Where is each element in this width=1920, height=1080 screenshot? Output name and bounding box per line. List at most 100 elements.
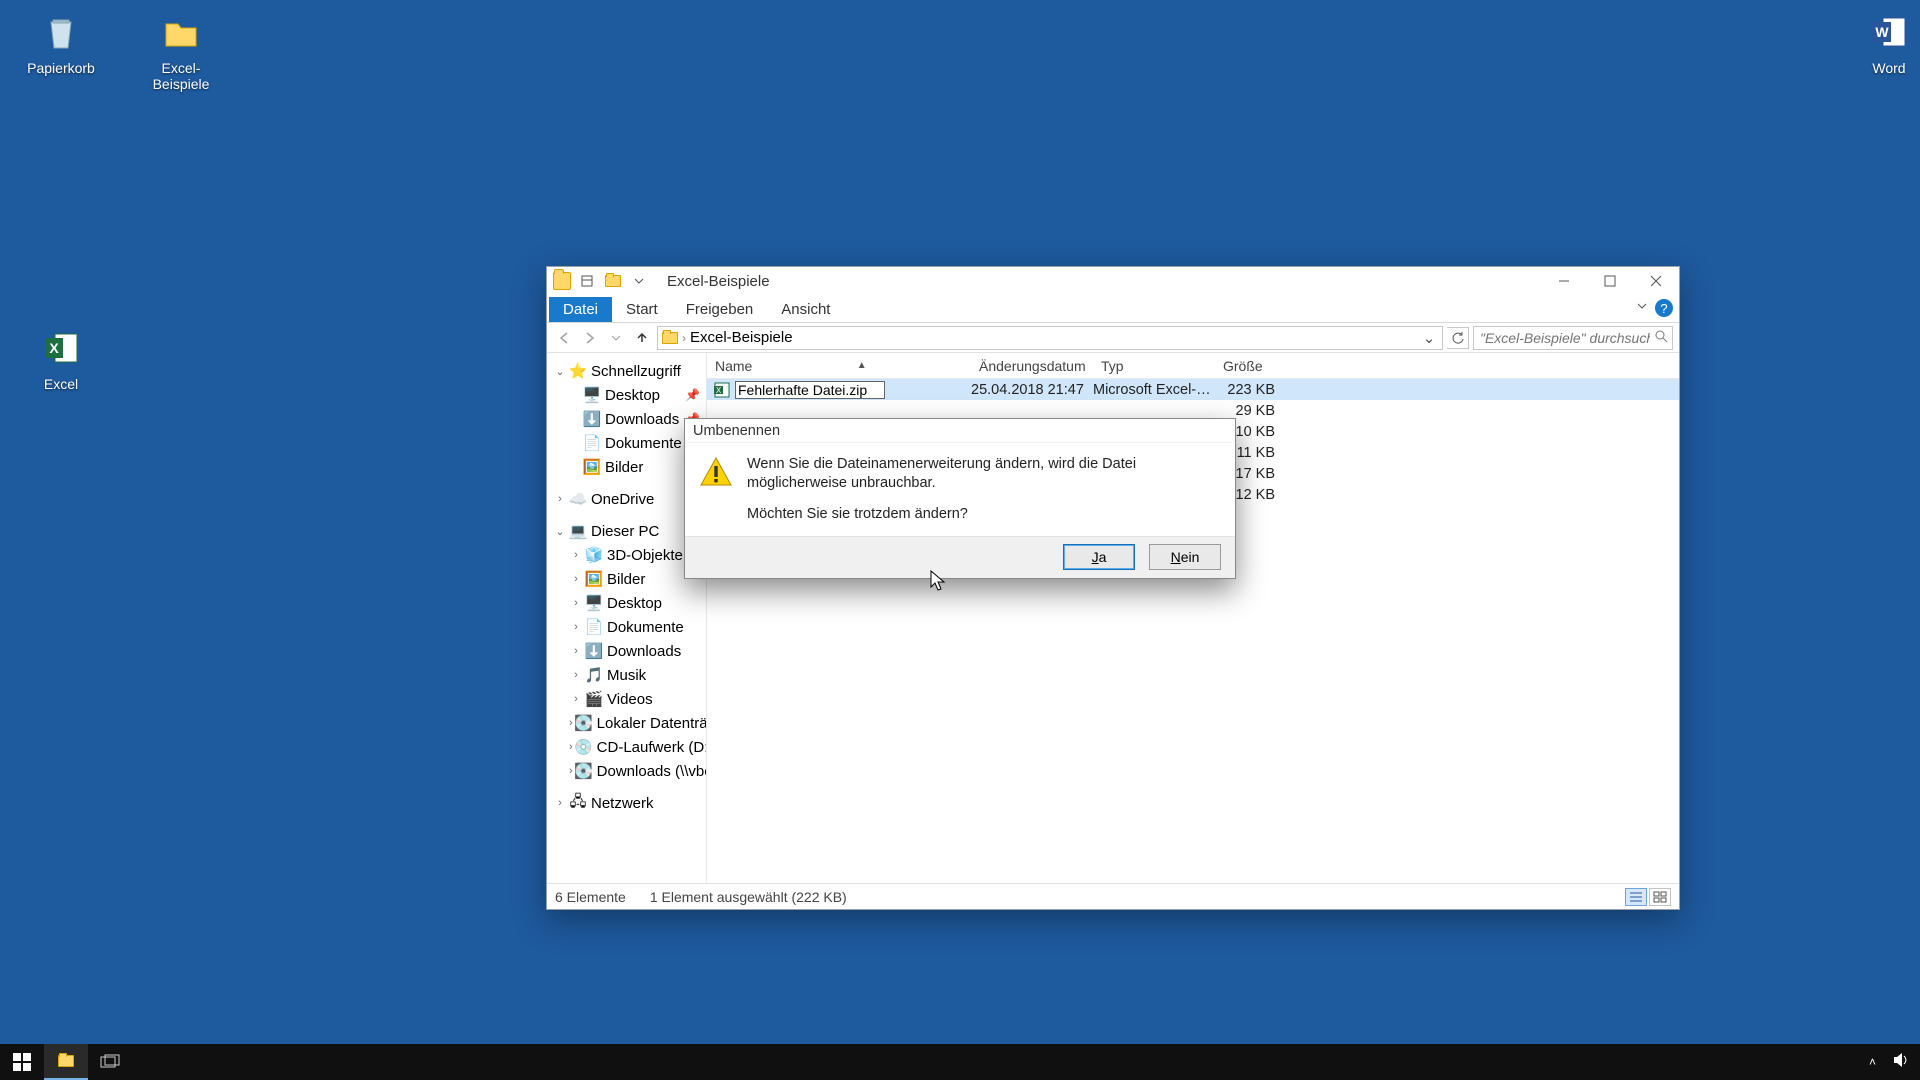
svg-text:W: W <box>1875 24 1889 40</box>
column-header-date[interactable]: Änderungsdatum <box>971 358 1093 374</box>
file-size: 29 KB <box>1215 403 1283 419</box>
search-icon <box>1654 329 1668 347</box>
desktop-icon-label: Excel-Beispiele <box>136 60 226 92</box>
tab-file[interactable]: Datei <box>549 297 612 322</box>
excel-icon: X <box>37 324 85 372</box>
qat-properties-button[interactable] <box>577 271 597 291</box>
tree-item[interactable]: ›🖥️Desktop📌 <box>547 383 706 407</box>
tree-item[interactable]: ›🎬Videos <box>547 687 706 711</box>
refresh-button[interactable] <box>1447 327 1469 349</box>
dialog-no-button[interactable]: Nein <box>1149 544 1221 570</box>
nav-recent-button[interactable] <box>605 327 627 349</box>
tree-item[interactable]: ›📄Dokumente📌 <box>547 431 706 455</box>
folder-icon <box>157 8 205 56</box>
tree-quick-access[interactable]: ⌄⭐Schnellzugriff <box>547 359 706 383</box>
desktop-icon-recycle-bin[interactable]: Papierkorb <box>16 8 106 76</box>
tree-item[interactable]: ›⬇️Downloads <box>547 639 706 663</box>
minimize-button[interactable] <box>1541 267 1587 295</box>
tree-item[interactable]: ›💿CD-Laufwerk (D:) Vi <box>547 735 706 759</box>
taskbar-item-taskview[interactable] <box>88 1044 132 1080</box>
close-button[interactable] <box>1633 267 1679 295</box>
videos-icon: 🎬 <box>585 690 603 708</box>
breadcrumb-segment[interactable]: Excel-Beispiele <box>690 329 793 346</box>
tree-item[interactable]: ›💽Lokaler Datenträger <box>547 711 706 735</box>
desktop-icon-folder[interactable]: Excel-Beispiele <box>136 8 226 92</box>
3d-icon: 🧊 <box>585 546 603 564</box>
network-drive-icon: 💽 <box>575 762 593 780</box>
file-row[interactable]: X 25.04.2018 21:47 Microsoft Excel-Ar...… <box>707 379 1679 400</box>
start-button[interactable] <box>0 1044 44 1080</box>
qat-dropdown-button[interactable] <box>629 271 649 291</box>
dialog-yes-button[interactable]: Ja <box>1063 544 1135 570</box>
chevron-right-icon[interactable]: › <box>682 331 686 345</box>
system-tray: ˄ <box>1869 1052 1920 1073</box>
file-size: 223 KB <box>1215 382 1283 398</box>
dialog-message-line2: Möchten Sie sie trotzdem ändern? <box>747 505 1221 524</box>
folder-icon <box>553 272 571 290</box>
rename-confirm-dialog: Umbenennen Wenn Sie die Dateinamenerweit… <box>684 418 1236 579</box>
tray-volume-icon[interactable] <box>1892 1052 1910 1073</box>
tree-onedrive[interactable]: ›☁️OneDrive <box>547 487 706 511</box>
window-title: Excel-Beispiele <box>667 273 770 290</box>
qat-newfolder-button[interactable] <box>603 271 623 291</box>
excel-file-icon: X <box>713 381 731 399</box>
tree-item[interactable]: ›🧊3D-Objekte <box>547 543 706 567</box>
network-icon: 🖧 <box>569 794 587 812</box>
desktop-icon: 🖥️ <box>585 594 603 612</box>
maximize-button[interactable] <box>1587 267 1633 295</box>
svg-text:X: X <box>49 340 59 356</box>
breadcrumb-bar[interactable]: › Excel-Beispiele ⌄ <box>657 326 1443 350</box>
tree-item[interactable]: ›🖼️Bilder <box>547 567 706 591</box>
file-type: Microsoft Excel-Ar... <box>1093 382 1215 398</box>
tree-item[interactable]: ›🖼️Bilder📌 <box>547 455 706 479</box>
column-header-type[interactable]: Typ <box>1093 358 1215 374</box>
column-header-size[interactable]: Größe <box>1215 358 1283 374</box>
taskbar-item-explorer[interactable] <box>44 1044 88 1080</box>
tray-overflow-button[interactable]: ˄ <box>1869 1055 1876 1069</box>
tab-view[interactable]: Ansicht <box>767 297 844 322</box>
nav-back-button[interactable] <box>553 327 575 349</box>
address-bar: › Excel-Beispiele ⌄ <box>547 323 1679 353</box>
ribbon-expand-button[interactable] <box>1635 299 1649 317</box>
svg-text:X: X <box>716 386 722 395</box>
filename-edit-input[interactable] <box>735 381 885 399</box>
desktop-icon-excel[interactable]: X Excel <box>16 324 106 392</box>
address-dropdown-button[interactable]: ⌄ <box>1420 329 1438 347</box>
desktop-icon-word[interactable]: W Word <box>1844 8 1920 76</box>
desktop-icon-label: Word <box>1844 60 1920 76</box>
file-date: 25.04.2018 21:47 <box>971 382 1093 398</box>
search-input[interactable] <box>1474 330 1672 346</box>
star-icon: ⭐ <box>569 362 587 380</box>
tree-item[interactable]: ›🖥️Desktop <box>547 591 706 615</box>
tree-item[interactable]: ›📄Dokumente <box>547 615 706 639</box>
tree-item[interactable]: ›🎵Musik <box>547 663 706 687</box>
folder-icon <box>662 332 678 344</box>
column-headers: Name▲ Änderungsdatum Typ Größe <box>707 353 1679 379</box>
search-box[interactable] <box>1473 326 1673 350</box>
titlebar[interactable]: Excel-Beispiele <box>547 267 1679 295</box>
pictures-icon: 🖼️ <box>585 570 603 588</box>
drive-icon: 💽 <box>575 714 593 732</box>
tree-item[interactable]: ›💽Downloads (\\vbox <box>547 759 706 783</box>
nav-forward-button[interactable] <box>579 327 601 349</box>
desktop-icon: 🖥️ <box>583 386 601 404</box>
nav-up-button[interactable] <box>631 327 653 349</box>
downloads-icon: ⬇️ <box>583 410 601 428</box>
desktop-icon-label: Papierkorb <box>16 60 106 76</box>
tree-network[interactable]: ›🖧Netzwerk <box>547 791 706 815</box>
view-thumbnails-button[interactable] <box>1649 888 1671 906</box>
tree-item[interactable]: ›⬇️Downloads📌 <box>547 407 706 431</box>
tree-this-pc[interactable]: ⌄💻Dieser PC <box>547 519 706 543</box>
tab-home[interactable]: Start <box>612 297 672 322</box>
pictures-icon: 🖼️ <box>583 458 601 476</box>
help-button[interactable]: ? <box>1655 299 1673 317</box>
view-details-button[interactable] <box>1625 888 1647 906</box>
tab-share[interactable]: Freigeben <box>672 297 768 322</box>
recycle-bin-icon <box>37 8 85 56</box>
status-selection: 1 Element ausgewählt (222 KB) <box>650 889 847 905</box>
desktop-icon-label: Excel <box>16 376 106 392</box>
column-header-name[interactable]: Name▲ <box>707 358 971 374</box>
onedrive-icon: ☁️ <box>569 490 587 508</box>
documents-icon: 📄 <box>583 434 601 452</box>
downloads-icon: ⬇️ <box>585 642 603 660</box>
